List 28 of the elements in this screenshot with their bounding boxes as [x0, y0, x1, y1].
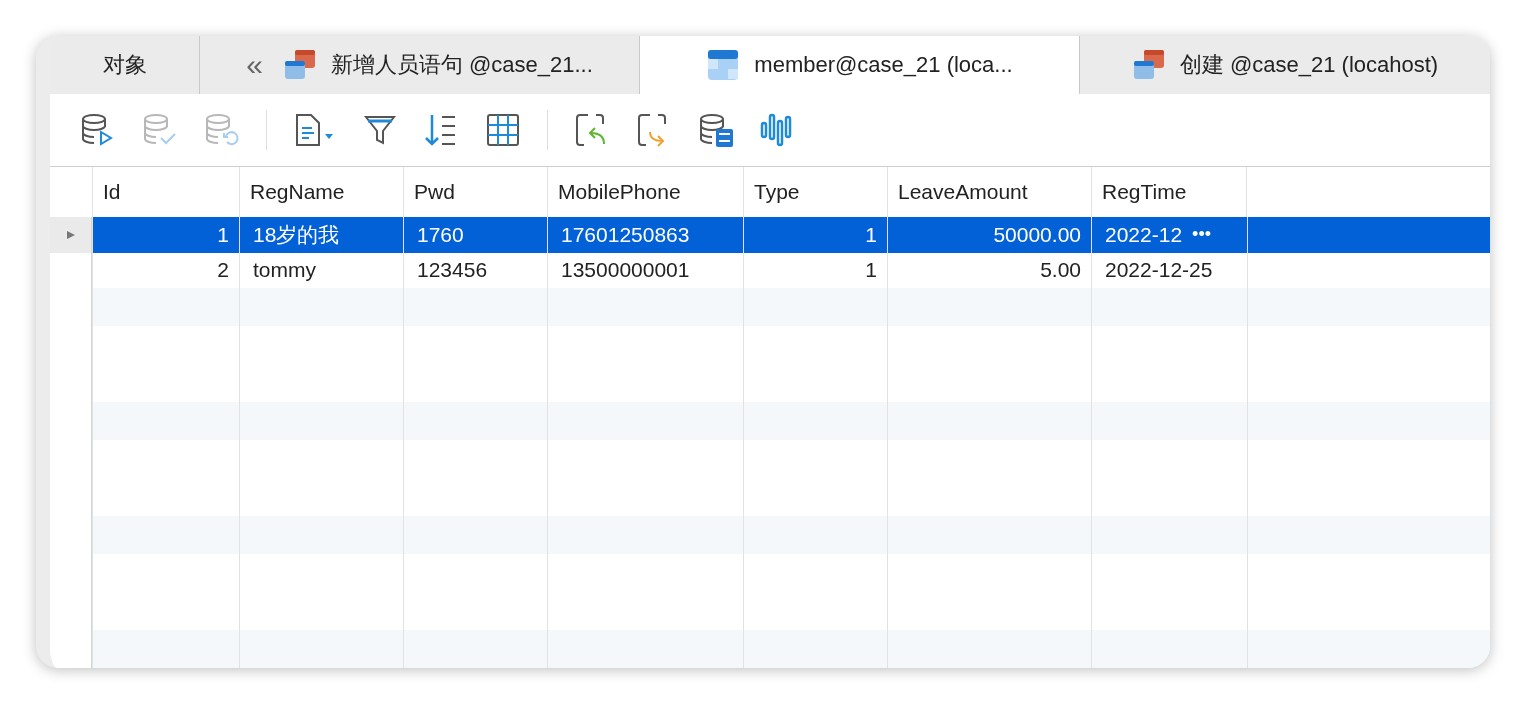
table-cell: 1 [865, 258, 877, 283]
database-binary-icon [698, 112, 734, 148]
stacked-tables-icon [1131, 48, 1166, 82]
table-cell: 1 [865, 222, 877, 247]
table-cell: 1760 [417, 222, 464, 247]
toolbar-button[interactable] [698, 112, 734, 148]
table-row[interactable]: 1 18岁的我 1760 17601250863 1 50000.00 2022-12 ••• [50, 217, 1490, 253]
table-cell: 2 [217, 258, 229, 283]
table-cell: tommy [253, 258, 316, 283]
collapse-button[interactable]: « [246, 48, 263, 82]
tab[interactable]: 对象 [50, 36, 200, 94]
table-cell: 2022-12 [1105, 222, 1183, 247]
toolbar-button[interactable] [485, 112, 521, 148]
table-cell-text: 18岁的我 [253, 221, 340, 248]
database-undo-icon [204, 112, 240, 148]
current-row-icon [65, 229, 76, 240]
table-cell: 50000.00 [993, 222, 1081, 247]
more-button[interactable]: ••• [1192, 224, 1211, 246]
table-icon [706, 48, 741, 82]
table-cell: 5.00 [1040, 258, 1081, 283]
grid-icon [485, 112, 521, 148]
tab[interactable]: member@case_21 (loca... [640, 36, 1080, 94]
table-cell: 123456 [417, 258, 488, 283]
table-cell: 17601250863 [561, 222, 690, 247]
stacked-tables-icon [282, 48, 317, 82]
table-cell: 1 [217, 222, 229, 247]
table-cell: 13500000001 [561, 258, 690, 283]
table-cell: 2022-12-25 [1105, 258, 1213, 283]
